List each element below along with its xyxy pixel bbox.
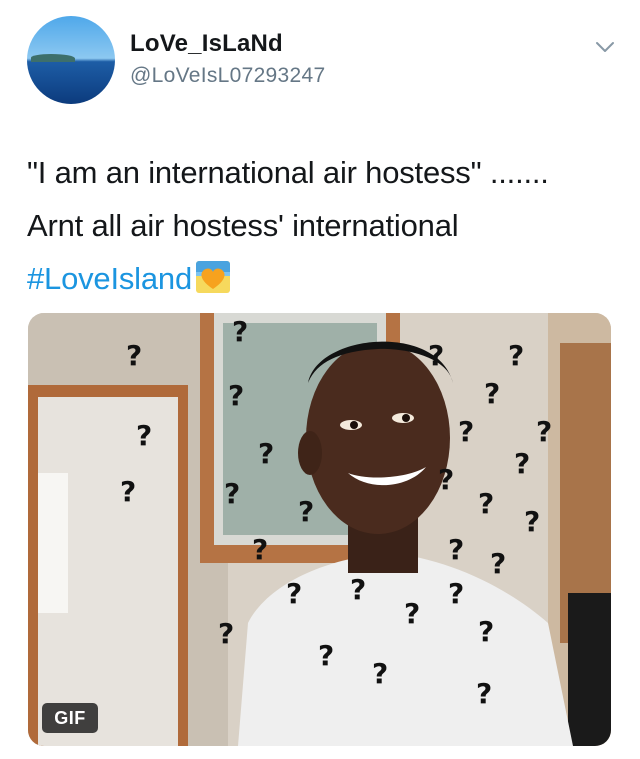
svg-text:?: ? <box>484 377 500 410</box>
svg-text:?: ? <box>258 437 274 470</box>
svg-text:?: ? <box>476 677 492 710</box>
svg-text:?: ? <box>126 339 142 372</box>
svg-text:?: ? <box>286 577 302 610</box>
tweet-text-line: "I am an international air hostess" ....… <box>27 155 549 190</box>
gif-illustration: ? ? ? ? ? ? ? ? ? ? ? ? ? ? ? ? ? ? ? ? <box>28 313 611 746</box>
svg-text:?: ? <box>448 577 464 610</box>
svg-text:?: ? <box>252 533 268 566</box>
user-handle[interactable]: @LoVeIsL07293247 <box>130 64 325 88</box>
tweet-text: "I am an international air hostess" ....… <box>27 146 617 305</box>
svg-text:?: ? <box>228 379 244 412</box>
svg-text:?: ? <box>514 447 530 480</box>
svg-text:?: ? <box>478 487 494 520</box>
profile-avatar[interactable] <box>27 16 115 104</box>
svg-text:?: ? <box>224 477 240 510</box>
orange-heart-emoji-icon <box>196 261 230 293</box>
svg-text:?: ? <box>478 615 494 648</box>
svg-text:?: ? <box>490 547 506 580</box>
svg-text:?: ? <box>524 505 540 538</box>
svg-text:?: ? <box>428 339 444 372</box>
svg-text:?: ? <box>318 639 334 672</box>
hashtag-link[interactable]: #LoveIsland <box>27 261 192 296</box>
avatar-island-shape <box>31 54 75 62</box>
tweet-text-line: Arnt all air hostess' international <box>27 208 459 243</box>
svg-text:?: ? <box>536 415 552 448</box>
gif-badge: GIF <box>42 703 98 733</box>
svg-text:?: ? <box>232 315 248 348</box>
svg-text:?: ? <box>438 463 454 496</box>
svg-text:?: ? <box>404 597 420 630</box>
svg-text:?: ? <box>120 475 136 508</box>
chevron-down-icon[interactable] <box>594 36 616 58</box>
svg-text:?: ? <box>218 617 234 650</box>
svg-text:?: ? <box>372 657 388 690</box>
gif-media[interactable]: ? ? ? ? ? ? ? ? ? ? ? ? ? ? ? ? ? ? ? ? <box>28 313 611 746</box>
display-name[interactable]: LoVe_IsLaNd <box>130 30 283 58</box>
tweet-card: LoVe_IsLaNd @LoVeIsL07293247 "I am an in… <box>0 0 640 759</box>
svg-text:?: ? <box>298 495 314 528</box>
svg-text:?: ? <box>508 339 524 372</box>
svg-text:?: ? <box>448 533 464 566</box>
hashtag-line: #LoveIsland <box>27 252 617 305</box>
svg-text:?: ? <box>350 573 366 606</box>
svg-text:?: ? <box>136 419 152 452</box>
svg-text:?: ? <box>458 415 474 448</box>
